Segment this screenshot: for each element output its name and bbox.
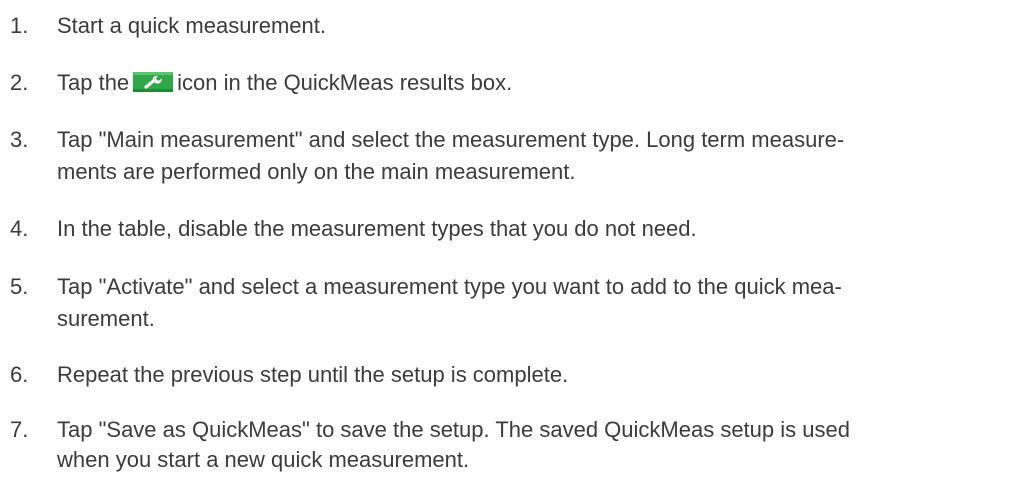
step-text-line: Start a quick measurement. [57,13,327,38]
step-text-line: Repeat the previous step until the setup… [57,362,569,387]
step-text-line: Tap "Activate" and select a measurement … [57,274,842,299]
step-text-line: Tap "Main measurement" and select the me… [57,127,845,152]
step-text-line: when you start a new quick measurement. [57,447,470,472]
step-text-line: surement. [57,306,155,331]
step-number: 7. [10,417,29,442]
step-text-before-icon: Tap the [57,70,130,95]
step-text-line: Tap "Save as QuickMeas" to save the setu… [57,417,850,442]
step-number: 4. [10,216,29,241]
step-text-line: Tap the icon in the QuickMeas results bo… [57,66,1011,100]
step-number: 6. [10,362,29,387]
step-text-line: In the table, disable the measurement ty… [57,216,697,241]
step-number: 1. [10,13,29,38]
step-number: 5. [10,274,29,299]
step-text-after-icon: icon in the QuickMeas results box. [177,70,513,95]
step-number: 3. [10,127,29,152]
step-number: 2. [10,70,29,95]
wrench-settings-icon [133,72,174,92]
step-text-line: ments are performed only on the main mea… [57,159,576,184]
